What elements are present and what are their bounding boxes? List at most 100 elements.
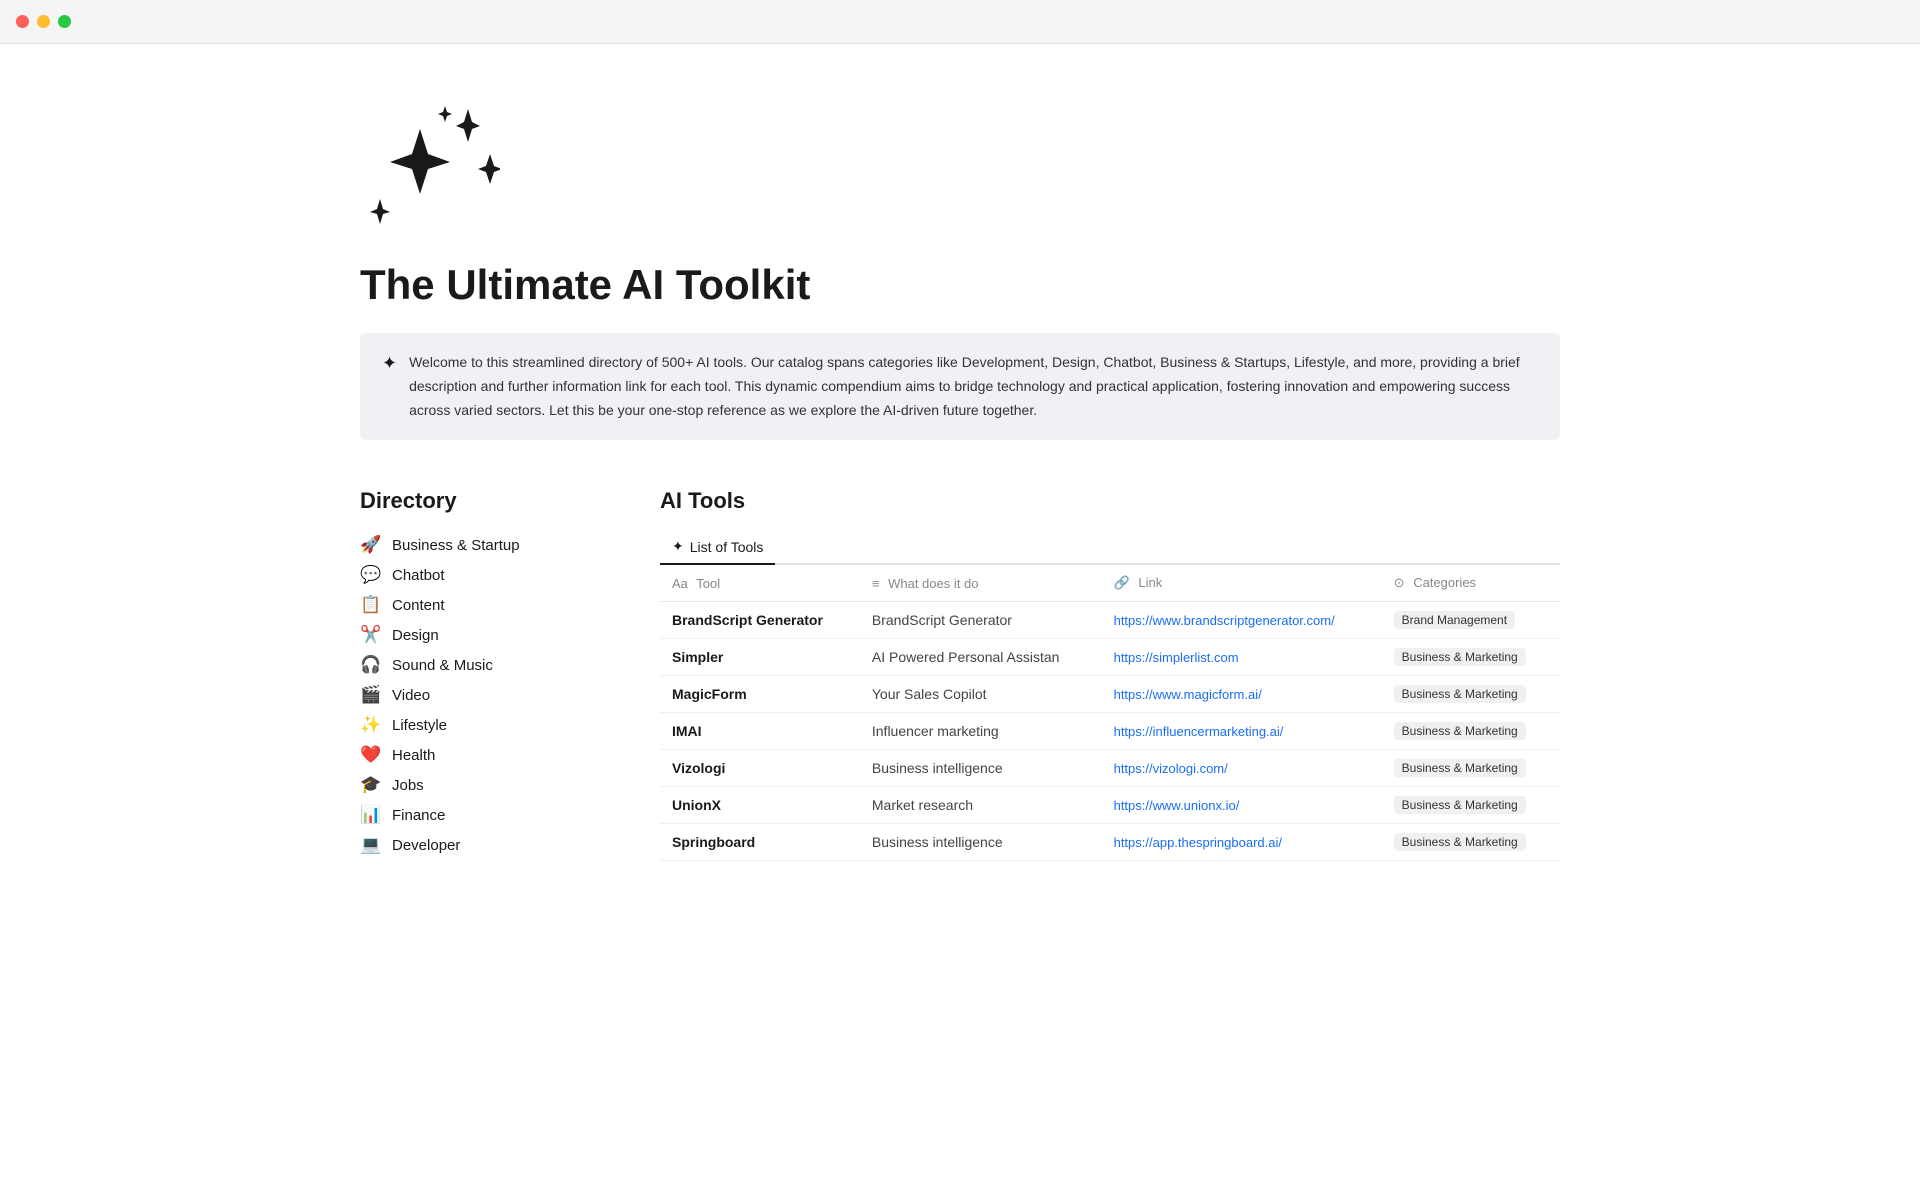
- sidebar-item-design[interactable]: ✂️ Design: [360, 620, 600, 650]
- table-row: VizologiBusiness intelligence https://viz…: [660, 750, 1560, 787]
- sidebar-item-label: Developer: [392, 837, 460, 854]
- tool-name-cell: Simpler: [660, 639, 860, 676]
- sidebar-item-label: Video: [392, 687, 430, 704]
- callout-box: ✦ Welcome to this streamlined directory …: [360, 333, 1560, 440]
- jobs-icon: 🎓: [360, 775, 382, 795]
- category-col-icon: ⊙: [1394, 575, 1405, 590]
- sidebar-item-sound-music[interactable]: 🎧 Sound & Music: [360, 650, 600, 680]
- tool-link-cell[interactable]: https://simplerlist.com: [1102, 639, 1382, 676]
- sidebar-item-label: Lifestyle: [392, 717, 447, 734]
- category-badge: Brand Management: [1394, 611, 1515, 629]
- tool-link[interactable]: https://influencermarketing.ai/: [1114, 724, 1284, 739]
- sidebar-item-label: Business & Startup: [392, 537, 520, 554]
- tool-link-cell[interactable]: https://influencermarketing.ai/: [1102, 713, 1382, 750]
- tool-desc-cell: BrandScript Generator: [860, 602, 1102, 639]
- tool-category-cell: Business & Marketing: [1382, 750, 1560, 787]
- sparkle-logo: [360, 104, 1560, 261]
- tabs-row: ✦ List of Tools: [660, 530, 1560, 565]
- maximize-button[interactable]: [58, 15, 71, 28]
- category-badge: Business & Marketing: [1394, 759, 1526, 777]
- tool-desc-cell: Market research: [860, 787, 1102, 824]
- tool-desc-cell: Influencer marketing: [860, 713, 1102, 750]
- tool-name-cell: MagicForm: [660, 676, 860, 713]
- tool-name-cell: BrandScript Generator: [660, 602, 860, 639]
- tool-link[interactable]: https://www.brandscriptgenerator.com/: [1114, 613, 1335, 628]
- category-badge: Business & Marketing: [1394, 685, 1526, 703]
- category-badge: Business & Marketing: [1394, 796, 1526, 814]
- tool-name-cell: UnionX: [660, 787, 860, 824]
- tools-section: AI Tools ✦ List of Tools Aa Tool: [660, 488, 1560, 861]
- callout-icon: ✦: [382, 353, 397, 374]
- tool-category-cell: Business & Marketing: [1382, 676, 1560, 713]
- aa-icon: Aa: [672, 576, 688, 591]
- tools-section-title: AI Tools: [660, 488, 1560, 514]
- tool-link-cell[interactable]: https://app.thespringboard.ai/: [1102, 824, 1382, 861]
- category-badge: Business & Marketing: [1394, 648, 1526, 666]
- tool-desc-cell: Business intelligence: [860, 824, 1102, 861]
- tab-label: List of Tools: [690, 539, 764, 555]
- tool-category-cell: Brand Management: [1382, 602, 1560, 639]
- tool-link[interactable]: https://vizologi.com/: [1114, 761, 1228, 776]
- sidebar-item-label: Health: [392, 747, 435, 764]
- tool-link-cell[interactable]: https://vizologi.com/: [1102, 750, 1382, 787]
- desc-icon: ≡: [872, 576, 880, 591]
- tool-category-cell: Business & Marketing: [1382, 713, 1560, 750]
- tab-sparkle-icon: ✦: [672, 538, 684, 555]
- tab-list-of-tools[interactable]: ✦ List of Tools: [660, 530, 775, 565]
- sidebar-item-label: Chatbot: [392, 567, 445, 584]
- tool-link[interactable]: https://www.unionx.io/: [1114, 798, 1240, 813]
- sidebar-item-video[interactable]: 🎬 Video: [360, 680, 600, 710]
- sidebar-title: Directory: [360, 488, 600, 514]
- lifestyle-icon: ✨: [360, 715, 382, 735]
- tool-link-cell[interactable]: https://www.unionx.io/: [1102, 787, 1382, 824]
- tool-link-cell[interactable]: https://www.brandscriptgenerator.com/: [1102, 602, 1382, 639]
- tool-category-cell: Business & Marketing: [1382, 639, 1560, 676]
- table-row: SpringboardBusiness intelligence https://…: [660, 824, 1560, 861]
- table-row: SimplerAI Powered Personal Assistan https…: [660, 639, 1560, 676]
- sidebar-item-finance[interactable]: 📊 Finance: [360, 800, 600, 830]
- sidebar-item-chatbot[interactable]: 💬 Chatbot: [360, 560, 600, 590]
- table-row: MagicFormYour Sales Copilot https://www.m…: [660, 676, 1560, 713]
- sound-music-icon: 🎧: [360, 655, 382, 675]
- sidebar-item-label: Design: [392, 627, 439, 644]
- tool-link-cell[interactable]: https://www.magicform.ai/: [1102, 676, 1382, 713]
- video-icon: 🎬: [360, 685, 382, 705]
- content-icon: 📋: [360, 595, 382, 615]
- business-icon: 🚀: [360, 535, 382, 555]
- minimize-button[interactable]: [37, 15, 50, 28]
- col-header-categories: ⊙ Categories: [1382, 565, 1560, 602]
- close-button[interactable]: [16, 15, 29, 28]
- sidebar-item-content[interactable]: 📋 Content: [360, 590, 600, 620]
- col-header-tool: Aa Tool: [660, 565, 860, 602]
- category-badge: Business & Marketing: [1394, 722, 1526, 740]
- tool-category-cell: Business & Marketing: [1382, 824, 1560, 861]
- tool-desc-cell: AI Powered Personal Assistan: [860, 639, 1102, 676]
- sidebar-item-health[interactable]: ❤️ Health: [360, 740, 600, 770]
- table-row: BrandScript GeneratorBrandScript Generat…: [660, 602, 1560, 639]
- col-header-desc: ≡ What does it do: [860, 565, 1102, 602]
- tool-name-cell: Springboard: [660, 824, 860, 861]
- sidebar-item-business[interactable]: 🚀 Business & Startup: [360, 530, 600, 560]
- sidebar-item-jobs[interactable]: 🎓 Jobs: [360, 770, 600, 800]
- finance-icon: 📊: [360, 805, 382, 825]
- sidebar-item-developer[interactable]: 💻 Developer: [360, 830, 600, 860]
- tool-link[interactable]: https://www.magicform.ai/: [1114, 687, 1262, 702]
- tool-link[interactable]: https://app.thespringboard.ai/: [1114, 835, 1282, 850]
- tool-link[interactable]: https://simplerlist.com: [1114, 650, 1239, 665]
- table-header-row: Aa Tool ≡ What does it do 🔗 Link ⊙: [660, 565, 1560, 602]
- tool-desc-cell: Your Sales Copilot: [860, 676, 1102, 713]
- developer-icon: 💻: [360, 835, 382, 855]
- sidebar: Directory 🚀 Business & Startup 💬 Chatbot…: [360, 488, 600, 860]
- tool-category-cell: Business & Marketing: [1382, 787, 1560, 824]
- table-row: UnionXMarket research https://www.unionx.…: [660, 787, 1560, 824]
- page-wrapper: The Ultimate AI Toolkit ✦ Welcome to thi…: [260, 44, 1660, 921]
- sidebar-item-label: Jobs: [392, 777, 424, 794]
- sidebar-item-lifestyle[interactable]: ✨ Lifestyle: [360, 710, 600, 740]
- sidebar-item-label: Sound & Music: [392, 657, 493, 674]
- design-icon: ✂️: [360, 625, 382, 645]
- health-icon: ❤️: [360, 745, 382, 765]
- link-col-icon: 🔗: [1114, 575, 1130, 590]
- main-content: Directory 🚀 Business & Startup 💬 Chatbot…: [360, 488, 1560, 861]
- tool-name-cell: Vizologi: [660, 750, 860, 787]
- tool-desc-cell: Business intelligence: [860, 750, 1102, 787]
